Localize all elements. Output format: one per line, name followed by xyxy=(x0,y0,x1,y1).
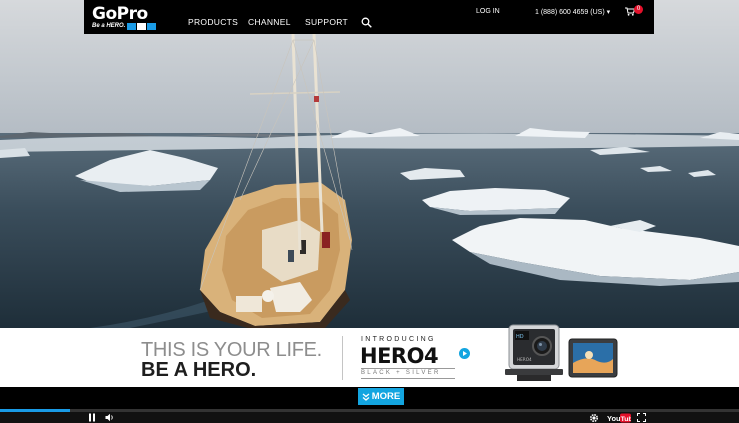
login-link[interactable]: LOG IN xyxy=(476,8,500,15)
logo-square xyxy=(147,23,156,30)
headline-line-2: BE A HERO. xyxy=(141,359,257,381)
product-rule xyxy=(361,368,455,369)
more-button-label: MORE xyxy=(371,391,401,402)
product-variant: BLACK + SILVER xyxy=(361,370,441,376)
nav-item-channel[interactable]: CHANNEL xyxy=(248,17,291,27)
top-navigation: GoPro Be a HERO. PRODUCTS CHANNEL SUPPOR… xyxy=(84,0,654,34)
hero4-camera-image[interactable]: HD HERO4 xyxy=(497,319,622,385)
nav-item-support[interactable]: SUPPORT xyxy=(305,17,348,27)
logo-tagline: Be a HERO. xyxy=(92,23,126,29)
cart-count-badge: 0 xyxy=(634,5,643,14)
hero-video[interactable] xyxy=(0,0,739,328)
fullscreen-icon[interactable] xyxy=(637,413,646,422)
svg-text:HD: HD xyxy=(516,334,524,340)
product-name[interactable]: HERO4 xyxy=(360,344,439,368)
svg-text:HERO4: HERO4 xyxy=(517,357,532,362)
introducing-label: INTRODUCING xyxy=(361,336,436,343)
phone-number-dropdown[interactable]: 1 (888) 600 4659 (US) ▾ xyxy=(535,8,610,16)
nav-item-products[interactable]: PRODUCTS xyxy=(188,17,238,27)
logo-square xyxy=(137,23,146,30)
more-button[interactable]: MORE xyxy=(358,388,404,405)
pause-icon[interactable] xyxy=(88,413,96,422)
logo-wordmark: GoPro xyxy=(92,4,148,24)
player-controls: You Tube xyxy=(0,412,739,423)
logo-square xyxy=(127,23,136,30)
gopro-logo[interactable]: GoPro Be a HERO. xyxy=(90,4,172,32)
volume-icon[interactable] xyxy=(105,413,115,422)
gear-icon[interactable] xyxy=(589,413,599,423)
play-icon[interactable] xyxy=(459,348,470,359)
youtube-logo[interactable]: You Tube xyxy=(607,413,631,423)
svg-text:You: You xyxy=(607,414,621,423)
banner-divider xyxy=(342,336,343,380)
video-frame-illustration xyxy=(0,0,739,328)
product-rule xyxy=(361,378,455,379)
search-icon[interactable] xyxy=(361,17,372,28)
promo-banner[interactable]: THIS IS YOUR LIFE. BE A HERO. INTRODUCIN… xyxy=(0,324,739,387)
svg-text:Tube: Tube xyxy=(621,416,631,423)
chevron-double-down-icon xyxy=(362,393,370,401)
logo-color-squares xyxy=(127,23,156,30)
